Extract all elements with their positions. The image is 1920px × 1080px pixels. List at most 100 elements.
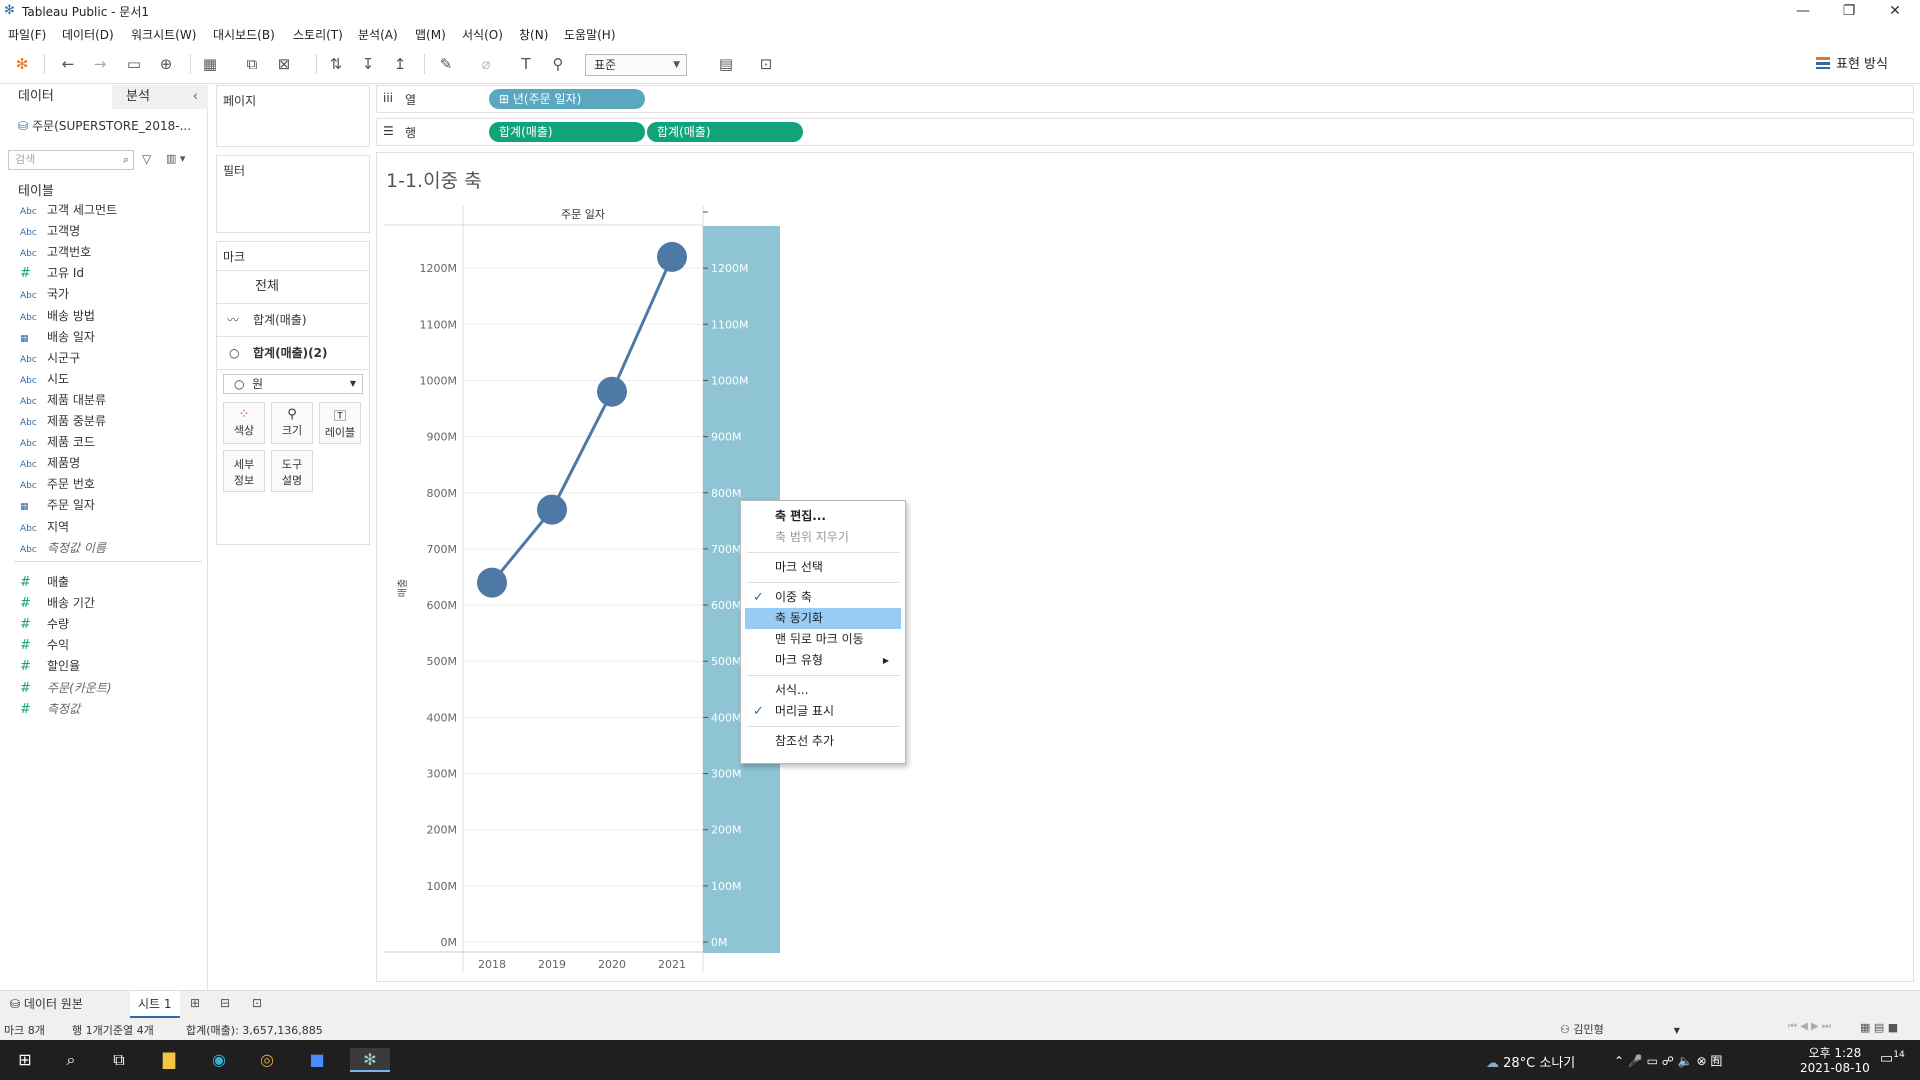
windows-start-icon[interactable]: ⊞: [12, 1048, 38, 1072]
sort-desc-icon[interactable]: ↥: [388, 52, 412, 76]
field-item[interactable]: Abc 시도: [20, 370, 69, 388]
rows-pill-sales-2[interactable]: 합계(매출): [647, 122, 803, 142]
field-item[interactable]: Abc 배송 방법: [20, 307, 95, 325]
color-button[interactable]: ⁘ 색상: [223, 402, 265, 444]
sort-asc-icon[interactable]: ↧: [356, 52, 380, 76]
field-item[interactable]: Abc 제품 대분류: [20, 391, 106, 409]
swap-icon[interactable]: ⇅: [324, 52, 348, 76]
datasource-tab[interactable]: ⛁ 데이터 원본: [0, 991, 128, 1018]
field-item[interactable]: Abc 시군구: [20, 349, 80, 367]
chrome-icon[interactable]: ◎: [254, 1048, 280, 1072]
presentation-mode-icon[interactable]: ⊡: [754, 52, 778, 76]
new-datasource-icon[interactable]: ⊕: [154, 52, 178, 76]
field-item[interactable]: Abc 국가: [20, 285, 69, 303]
columns-shelf[interactable]: iii 열 ⊞ 년(주문 일자): [376, 85, 1914, 113]
marks-layer-sales-2[interactable]: ○ 합계(매출)(2): [217, 337, 369, 369]
file-explorer-icon[interactable]: ▇: [156, 1048, 182, 1072]
context-menu-item[interactable]: 축 동기화: [745, 608, 901, 629]
minimize-button[interactable]: —: [1780, 0, 1826, 22]
search-input[interactable]: 검색 ⌕: [8, 150, 134, 170]
context-menu-item[interactable]: ✓ 이중 축: [745, 587, 901, 608]
field-item[interactable]: Abc 제품명: [20, 454, 80, 472]
field-item[interactable]: # 측정값: [20, 700, 80, 718]
context-menu-item[interactable]: 마크 선택: [745, 557, 901, 578]
field-item[interactable]: Abc 고객번호: [20, 243, 91, 261]
view-options-icon[interactable]: ▥ ▾: [166, 152, 185, 165]
collapse-icon[interactable]: ‹: [193, 85, 198, 109]
weather-widget[interactable]: ☁ 28°C 소나기: [1486, 1052, 1575, 1071]
field-item[interactable]: # 할인율: [20, 657, 80, 675]
show-me-button[interactable]: 표현 방식: [1816, 54, 1888, 76]
save-icon[interactable]: ▭: [122, 52, 146, 76]
field-item[interactable]: Abc 고객명: [20, 222, 80, 240]
datasource-item[interactable]: ⛁ 주문(SUPERSTORE_2018-...: [18, 117, 191, 134]
close-button[interactable]: ✕: [1872, 0, 1918, 22]
clear-sheet-icon[interactable]: ⊠: [272, 52, 296, 76]
task-view-icon[interactable]: ⧉: [106, 1048, 132, 1072]
restore-button[interactable]: ❐: [1826, 0, 1872, 22]
context-menu-item[interactable]: ✓ 머리글 표시: [745, 701, 901, 722]
field-item[interactable]: ▦ 배송 일자: [20, 328, 95, 346]
field-item[interactable]: # 수익: [20, 636, 69, 654]
menu-help[interactable]: 도움말(H): [564, 26, 616, 43]
pin-icon[interactable]: ⚲: [546, 52, 570, 76]
context-menu-item[interactable]: 서식...: [745, 680, 901, 701]
new-dashboard-icon[interactable]: ⊟: [220, 996, 230, 1010]
field-item[interactable]: # 배송 기간: [20, 594, 95, 612]
field-item[interactable]: # 주문(카운트): [20, 679, 112, 697]
undo-icon[interactable]: ←: [56, 52, 80, 76]
new-story-icon[interactable]: ⊡: [252, 996, 262, 1010]
menu-analysis[interactable]: 분석(A): [358, 26, 398, 43]
menu-window[interactable]: 창(N): [519, 26, 548, 43]
filters-card[interactable]: 필터: [216, 155, 370, 233]
sheet-nav-icons[interactable]: ⏮ ◀ ▶ ⏭: [1788, 1021, 1831, 1032]
sheet-tab-1[interactable]: 시트 1: [130, 991, 180, 1018]
highlight-icon[interactable]: ✎: [434, 52, 458, 76]
rows-shelf[interactable]: ☰ 행 합계(매출) 합계(매출): [376, 118, 1914, 146]
columns-pill-year[interactable]: ⊞ 년(주문 일자): [489, 89, 645, 109]
context-menu-item[interactable]: 축 범위 지우기: [745, 527, 901, 548]
tray-icons[interactable]: ⌃ 🎤 ▭ ☍ 🔈 ⊗ 囿: [1614, 1052, 1722, 1069]
rows-pill-sales-1[interactable]: 합계(매출): [489, 122, 645, 142]
context-menu-item[interactable]: 맨 뒤로 마크 이동: [745, 629, 901, 650]
detail-button[interactable]: 세부 정보: [223, 450, 265, 492]
labels-icon[interactable]: T: [514, 52, 538, 76]
tab-data[interactable]: 데이터: [0, 85, 112, 109]
menu-file[interactable]: 파일(F): [8, 26, 46, 43]
edge-icon[interactable]: ◉: [206, 1048, 232, 1072]
field-item[interactable]: # 매출: [20, 573, 69, 591]
pages-card[interactable]: 페이지: [216, 85, 370, 147]
menu-map[interactable]: 맵(M): [415, 26, 446, 43]
menu-format[interactable]: 서식(O): [462, 26, 503, 43]
marks-layer-all[interactable]: 전체: [217, 271, 369, 303]
zoom-icon[interactable]: ■: [304, 1048, 330, 1072]
dual-axis-chart[interactable]: 주문 일자 0M 100M 200M 300M 400M 500M 600M 700M 800M 9…: [380, 200, 800, 980]
mark-type-select[interactable]: ○ 원 ▼: [223, 374, 363, 394]
field-item[interactable]: Abc 제품 코드: [20, 433, 95, 451]
field-item[interactable]: # 수량: [20, 615, 69, 633]
marks-layer-sales[interactable]: 〰 합계(매출): [217, 304, 369, 336]
search-icon[interactable]: ⌕: [58, 1048, 84, 1072]
clock[interactable]: 오후 1:28 2021-08-10: [1800, 1044, 1870, 1075]
show-cards-icon[interactable]: ▤: [714, 52, 738, 76]
field-item[interactable]: Abc 제품 중분류: [20, 412, 106, 430]
user-menu[interactable]: ⚇ 김민형 ▼: [1560, 1021, 1680, 1037]
field-item[interactable]: # 고유 Id: [20, 264, 84, 282]
field-item[interactable]: Abc 지역: [20, 518, 69, 536]
menu-story[interactable]: 스토리(T): [293, 26, 343, 43]
tooltip-button[interactable]: 도구 설명: [271, 450, 313, 492]
menu-worksheet[interactable]: 워크시트(W): [131, 26, 196, 43]
field-item[interactable]: Abc 고객 세그먼트: [20, 201, 117, 219]
menu-data[interactable]: 데이터(D): [62, 26, 114, 43]
field-item[interactable]: Abc 주문 번호: [20, 475, 95, 493]
filter-icon[interactable]: ▽: [142, 152, 151, 166]
new-worksheet-icon[interactable]: ▦: [198, 52, 222, 76]
tableau-home-icon[interactable]: ✻: [10, 52, 34, 76]
size-button[interactable]: ⚲ 크기: [271, 402, 313, 444]
tableau-taskbar-icon[interactable]: ✻: [350, 1048, 390, 1072]
label-button[interactable]: 🅃 레이블: [319, 402, 361, 444]
sheet-title[interactable]: 1-1.이중 축: [386, 166, 482, 193]
redo-icon[interactable]: →: [88, 52, 112, 76]
field-item[interactable]: ▦ 주문 일자: [20, 496, 95, 514]
duplicate-sheet-icon[interactable]: ⧉: [240, 52, 264, 76]
